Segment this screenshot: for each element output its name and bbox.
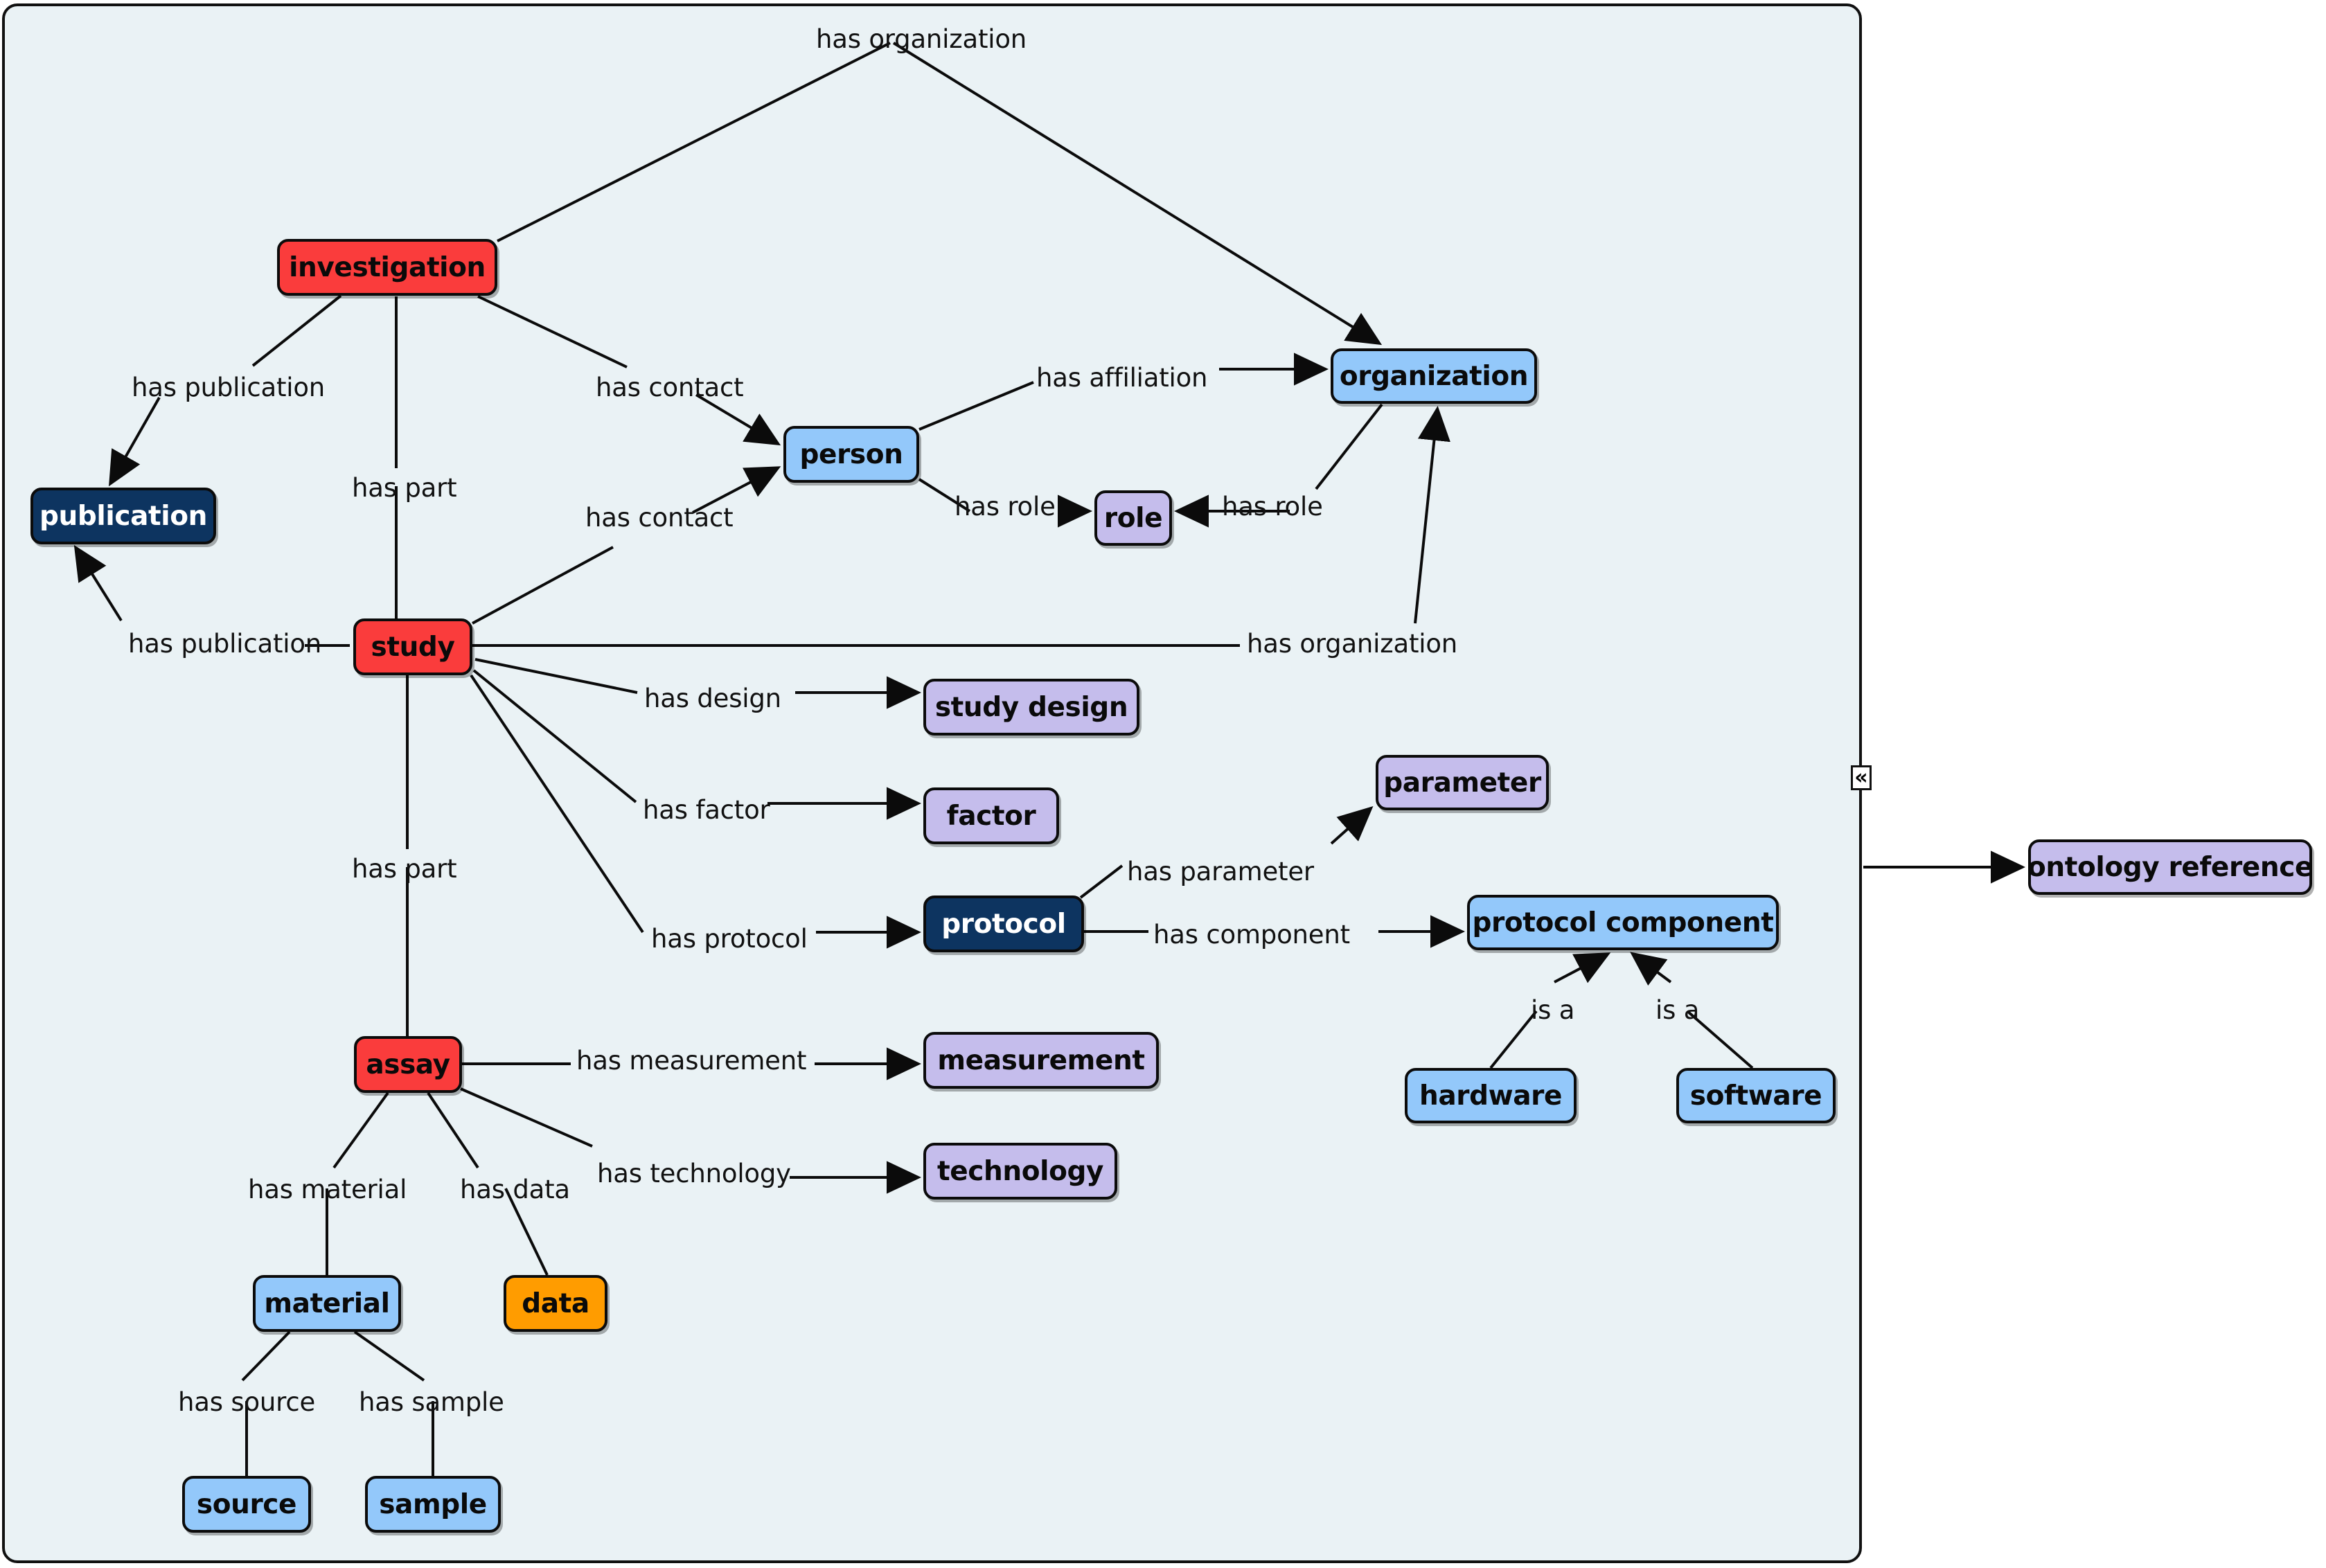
edge-label-has-part-lower: has part <box>352 854 457 884</box>
edge-label-is-a-left: is a <box>1531 995 1575 1025</box>
edge-label-has-affiliation: has affiliation <box>1036 363 1208 393</box>
node-role[interactable]: role <box>1094 490 1172 546</box>
edge-layer <box>73 42 2025 1476</box>
node-protocol-component[interactable]: protocol component <box>1467 895 1779 950</box>
edge-investigation-has-publication-b <box>109 397 161 487</box>
node-ontology-reference[interactable]: ontology reference <box>2027 839 2313 895</box>
edge-study-has-protocol-a <box>470 674 644 934</box>
node-person[interactable]: person <box>783 426 919 483</box>
edge-label-has-publication-investigation: has publication <box>132 373 326 402</box>
edge-label-has-technology: has technology <box>597 1159 791 1188</box>
edge-label-has-component: has component <box>1153 920 1350 950</box>
edge-investigation-has-organization-a <box>497 42 891 242</box>
edge-organization-has-role-a <box>1315 403 1383 490</box>
node-study-design[interactable]: study design <box>923 679 1139 736</box>
edge-study-has-design-a <box>474 658 638 694</box>
node-data[interactable]: data <box>504 1275 607 1332</box>
edge-protocol-has-parameter-b <box>1330 806 1374 845</box>
node-protocol[interactable]: protocol <box>923 896 1084 952</box>
edge-label-has-role-left: has role <box>955 492 1056 522</box>
edge-hardware-is-a-b <box>1554 952 1611 983</box>
node-measurement[interactable]: measurement <box>923 1032 1159 1089</box>
edge-label-has-material: has material <box>248 1175 407 1204</box>
edge-label-has-organization-top: has organization <box>816 24 1027 54</box>
edge-material-has-sample-a <box>353 1330 425 1382</box>
edge-label-has-contact-investigation: has contact <box>596 373 744 402</box>
node-investigation[interactable]: investigation <box>277 239 497 296</box>
edge-label-has-factor: has factor <box>643 795 770 825</box>
edge-investigation-has-contact-a <box>477 295 628 368</box>
edge-software-is-a-b <box>1630 952 1672 986</box>
edge-study-has-factor-a <box>472 669 637 803</box>
edge-label-has-parameter: has parameter <box>1127 857 1314 887</box>
edge-label-has-design: has design <box>644 684 781 713</box>
node-organization[interactable]: organization <box>1331 348 1537 404</box>
edge-assay-has-technology-a <box>460 1087 593 1148</box>
node-parameter[interactable]: parameter <box>1376 755 1549 810</box>
edge-label-has-contact-study: has contact <box>585 503 734 533</box>
edge-label-has-protocol: has protocol <box>651 924 808 954</box>
node-software[interactable]: software <box>1676 1068 1836 1123</box>
edge-investigation-has-publication-a <box>251 294 342 367</box>
edge-label-has-data: has data <box>460 1175 570 1204</box>
node-material[interactable]: material <box>253 1275 401 1332</box>
edge-person-has-affiliation-a <box>918 381 1034 431</box>
edge-label-is-a-right: is a <box>1655 995 1700 1025</box>
edge-study-has-contact-a <box>472 546 614 625</box>
edge-label-has-measurement: has measurement <box>576 1046 807 1076</box>
edge-label-has-sample: has sample <box>359 1387 504 1417</box>
node-study[interactable]: study <box>353 618 472 675</box>
node-source[interactable]: source <box>182 1476 311 1533</box>
edge-label-has-source: has source <box>178 1387 316 1417</box>
edge-assay-has-material-a <box>332 1092 389 1169</box>
edge-protocol-has-parameter-a <box>1079 864 1124 899</box>
node-technology[interactable]: technology <box>923 1143 1117 1200</box>
edge-hardware-is-a-a <box>1489 1010 1538 1069</box>
edge-label-has-role-right: has role <box>1222 492 1323 522</box>
node-factor[interactable]: factor <box>923 787 1059 844</box>
node-hardware[interactable]: hardware <box>1405 1068 1577 1123</box>
container-collapse-handle[interactable]: « <box>1851 765 1872 790</box>
edge-label-has-part-upper: has part <box>352 473 457 503</box>
edge-label-has-organization-study: has organization <box>1247 629 1458 659</box>
node-assay[interactable]: assay <box>354 1036 462 1093</box>
edge-material-has-source-a <box>241 1330 291 1382</box>
edge-study-has-publication-b <box>73 544 123 622</box>
diagram-canvas: « investigation publication person organ… <box>0 0 2326 1568</box>
edge-assay-has-data-a <box>427 1092 479 1169</box>
edge-label-has-publication-study: has publication <box>128 629 322 659</box>
edge-study-has-organization-b <box>1414 406 1450 624</box>
node-publication[interactable]: publication <box>30 488 216 544</box>
edge-investigation-has-organization-b <box>892 42 1383 346</box>
node-sample[interactable]: sample <box>365 1476 501 1533</box>
